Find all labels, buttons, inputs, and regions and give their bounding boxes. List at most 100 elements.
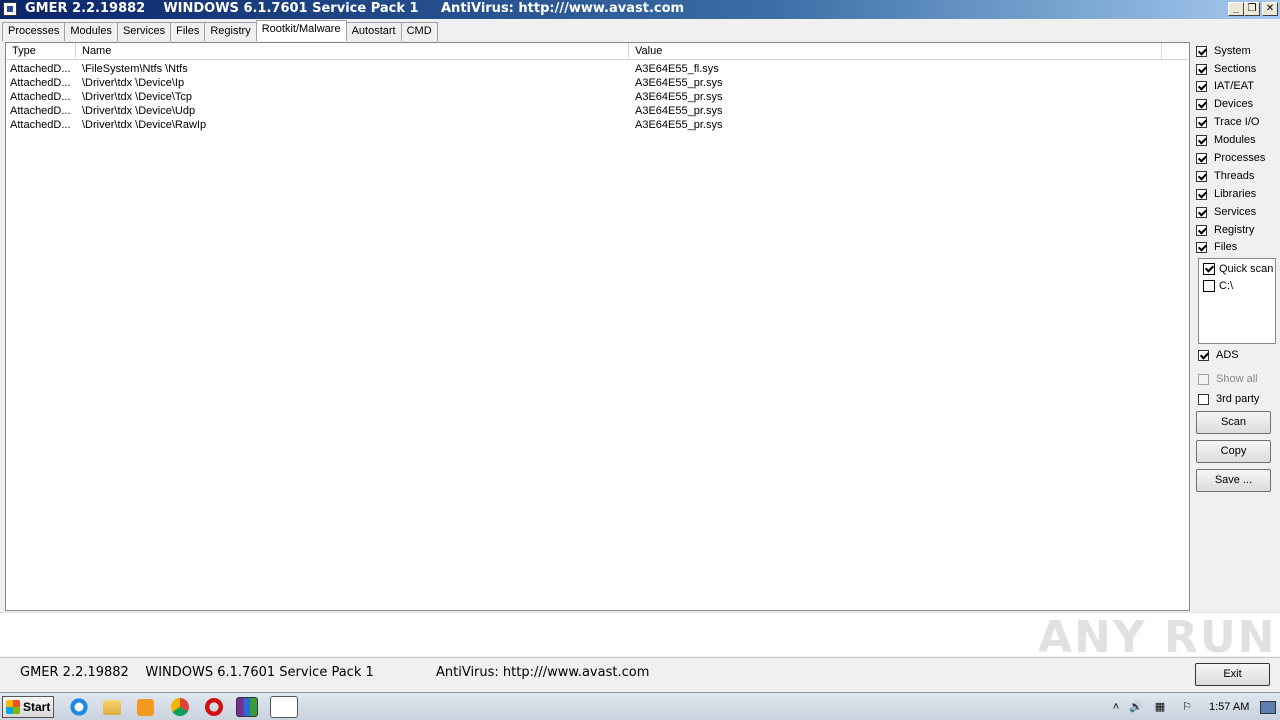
gmer-app-icon xyxy=(3,2,17,16)
minimize-button[interactable]: _ xyxy=(1228,2,1244,16)
table-row[interactable]: AttachedD... \Driver\tdx \Device\RawIp A3E… xyxy=(6,118,1189,132)
table-cell: A3E64E55_pr.sys xyxy=(635,119,723,131)
option-system[interactable]: System xyxy=(1196,44,1251,58)
option-modules[interactable]: Modules xyxy=(1196,133,1256,147)
clock[interactable]: 1:57 AM xyxy=(1209,701,1249,713)
chrome-icon[interactable] xyxy=(171,698,189,716)
checkbox[interactable] xyxy=(1196,224,1207,236)
checkbox[interactable] xyxy=(1196,152,1207,164)
file-target-label: C:\ xyxy=(1219,280,1234,292)
option-services[interactable]: Services xyxy=(1196,205,1256,219)
option-sections[interactable]: Sections xyxy=(1196,62,1256,76)
checkbox[interactable] xyxy=(1196,80,1207,92)
show-hidden-icons-icon[interactable]: ˄ xyxy=(1109,701,1123,714)
option-threads[interactable]: Threads xyxy=(1196,169,1254,183)
table-cell: AttachedD... xyxy=(10,119,71,131)
checkbox[interactable] xyxy=(1196,134,1207,146)
folder-icon[interactable] xyxy=(103,700,121,715)
checkbox[interactable] xyxy=(1198,393,1209,405)
checkbox[interactable] xyxy=(1196,241,1207,253)
status-version: GMER 2.2.19882 WINDOWS 6.1.7601 Service … xyxy=(20,665,374,680)
copy-button[interactable]: Copy xyxy=(1196,440,1271,463)
table-row[interactable]: AttachedD... \Driver\tdx \Device\Tcp A3E64… xyxy=(6,90,1189,104)
media-player-icon[interactable] xyxy=(137,699,154,716)
table-cell: A3E64E55_pr.sys xyxy=(635,77,723,89)
list-header: Type Name Value xyxy=(6,43,1189,60)
option-3rd-party[interactable]: 3rd party xyxy=(1198,392,1259,406)
table-row[interactable]: AttachedD... \Driver\tdx \Device\Udp A3E64… xyxy=(6,104,1189,118)
checkbox[interactable] xyxy=(1203,280,1215,292)
checkbox[interactable] xyxy=(1198,349,1209,361)
checkbox[interactable] xyxy=(1196,98,1207,110)
option-trace-i-o[interactable]: Trace I/O xyxy=(1196,115,1259,129)
show-desktop-icon[interactable] xyxy=(1260,701,1276,714)
option-label: Threads xyxy=(1214,170,1255,182)
window-title: GMER 2.2.19882 WINDOWS 6.1.7601 Service … xyxy=(25,1,419,16)
column-name[interactable]: Name xyxy=(76,43,629,60)
file-target-item[interactable]: Quick scan xyxy=(1203,262,1273,276)
file-targets-list[interactable]: Quick scan C:\ xyxy=(1198,258,1276,344)
checkbox[interactable] xyxy=(1203,263,1215,275)
tab-registry[interactable]: Registry xyxy=(204,22,257,41)
option-label: Sections xyxy=(1214,63,1257,75)
option-iat-eat[interactable]: IAT/EAT xyxy=(1196,79,1254,93)
option-label: ADS xyxy=(1216,349,1239,361)
option-registry[interactable]: Registry xyxy=(1196,223,1254,237)
title-bar: GMER 2.2.19882 WINDOWS 6.1.7601 Service … xyxy=(0,0,1280,19)
ie-icon[interactable] xyxy=(69,697,89,717)
option-label: Files xyxy=(1214,241,1238,253)
table-cell: AttachedD... xyxy=(10,77,71,89)
tab-processes[interactable]: Processes xyxy=(2,22,66,41)
gmer-icon[interactable] xyxy=(270,696,298,718)
start-label: Start xyxy=(23,700,51,714)
save-button[interactable]: Save ... xyxy=(1196,469,1271,492)
option-libraries[interactable]: Libraries xyxy=(1196,187,1256,201)
option-label: 3rd party xyxy=(1216,393,1260,405)
tab-modules[interactable]: Modules xyxy=(64,22,118,41)
option-label: Services xyxy=(1214,206,1257,218)
checkbox[interactable] xyxy=(1196,116,1207,128)
results-list[interactable]: Type Name Value AttachedD... \FileSystem\… xyxy=(5,42,1190,611)
checkbox[interactable] xyxy=(1196,45,1207,57)
exit-button[interactable]: Exit xyxy=(1195,663,1270,686)
column-value[interactable]: Value xyxy=(629,43,1162,60)
scan-button[interactable]: Scan xyxy=(1196,411,1271,434)
checkbox[interactable] xyxy=(1196,206,1207,218)
option-devices[interactable]: Devices xyxy=(1196,97,1253,111)
winrar-icon[interactable] xyxy=(236,697,258,717)
action-center-flag-icon[interactable]: ⚐ xyxy=(1180,701,1194,714)
close-button[interactable]: ✕ xyxy=(1262,2,1278,16)
checkbox[interactable] xyxy=(1196,63,1207,75)
tab-cmd[interactable]: CMD xyxy=(400,22,438,41)
option-processes[interactable]: Processes xyxy=(1196,151,1265,165)
file-target-item[interactable]: C:\ xyxy=(1203,279,1233,293)
restore-button[interactable]: ❐ xyxy=(1244,2,1260,16)
option-label: Show all xyxy=(1216,373,1258,385)
checkbox[interactable] xyxy=(1196,188,1207,200)
list-body: AttachedD... \FileSystem\Ntfs \Ntfs A3E64E… xyxy=(6,62,1189,132)
table-cell: A3E64E55_fl.sys xyxy=(635,63,719,75)
opera-icon[interactable] xyxy=(205,698,223,716)
network-icon[interactable]: ▦ xyxy=(1153,701,1167,714)
volume-icon[interactable]: 🔊 xyxy=(1129,701,1143,714)
taskbar: Start ˄ 🔊 ▦ ⚐ 1:57 AM xyxy=(0,692,1280,720)
checkbox xyxy=(1198,373,1209,385)
option-files[interactable]: Files xyxy=(1196,240,1237,254)
tab-rootkit-malware[interactable]: Rootkit/Malware xyxy=(255,20,347,41)
table-cell: AttachedD... xyxy=(10,91,71,103)
tab-autostart[interactable]: Autostart xyxy=(345,22,402,41)
tab-services[interactable]: Services xyxy=(116,22,172,41)
checkbox[interactable] xyxy=(1196,170,1207,182)
option-ads[interactable]: ADS xyxy=(1198,348,1239,362)
table-row[interactable]: AttachedD... \Driver\tdx \Device\Ip A3E64E… xyxy=(6,76,1189,90)
windows-logo-icon xyxy=(6,700,20,714)
option-label: Trace I/O xyxy=(1214,116,1260,128)
table-cell: AttachedD... xyxy=(10,63,71,75)
option-label: IAT/EAT xyxy=(1214,80,1254,92)
tab-files[interactable]: Files xyxy=(170,22,206,41)
start-button[interactable]: Start xyxy=(2,696,54,718)
option-label: Processes xyxy=(1214,152,1266,164)
table-row[interactable]: AttachedD... \FileSystem\Ntfs \Ntfs A3E64E… xyxy=(6,62,1189,76)
option-show-all: Show all xyxy=(1198,372,1258,386)
column-type[interactable]: Type xyxy=(6,43,76,60)
